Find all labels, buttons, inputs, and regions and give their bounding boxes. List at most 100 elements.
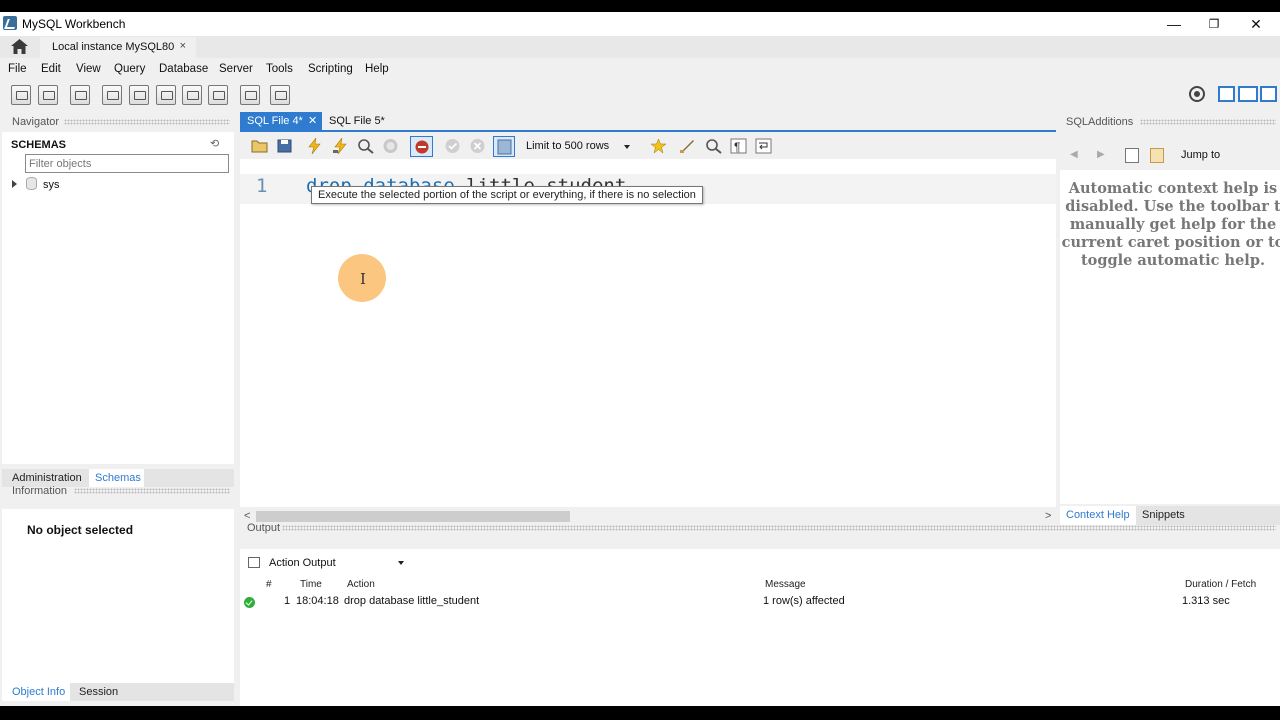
scrollbar-thumb[interactable] — [256, 511, 570, 522]
create-function-icon[interactable] — [208, 85, 228, 105]
reconnect-icon[interactable] — [270, 85, 290, 105]
create-view-icon[interactable] — [156, 85, 176, 105]
back-arrow-icon[interactable]: ◀ — [1070, 149, 1078, 160]
navigator-panel: SCHEMAS ⟲ sys — [2, 132, 234, 464]
panel-grip — [1140, 119, 1276, 125]
new-sql-tab-icon[interactable] — [11, 85, 31, 105]
manual-help-icon[interactable] — [1125, 148, 1139, 163]
toggle-secondary-sidebar-icon[interactable] — [1260, 86, 1277, 102]
create-procedure-icon[interactable] — [182, 85, 202, 105]
tab-sql-file-5[interactable]: SQL File 5* — [322, 112, 392, 131]
chevron-down-icon[interactable] — [398, 561, 404, 565]
inspector-icon[interactable] — [70, 85, 90, 105]
tab-schemas[interactable]: Schemas — [95, 472, 141, 484]
tab-snippets[interactable]: Snippets — [1142, 509, 1185, 521]
schema-item-sys[interactable]: sys — [43, 179, 60, 191]
title-bar: MySQL Workbench — ❐ ✕ — [0, 12, 1280, 36]
restore-button[interactable]: ❐ — [1194, 14, 1234, 34]
connection-tab-close-icon[interactable]: × — [180, 40, 186, 52]
beautify-brush-icon[interactable] — [679, 138, 696, 154]
add-snippet-star-icon[interactable] — [650, 138, 667, 154]
create-schema-icon[interactable] — [102, 85, 122, 105]
window-title: MySQL Workbench — [22, 17, 126, 31]
menu-view[interactable]: View — [76, 63, 101, 75]
execute-current-statement-icon[interactable] — [332, 138, 349, 154]
commit-icon[interactable] — [444, 138, 461, 154]
home-icon[interactable] — [11, 39, 28, 54]
output-panel: Action Output # Time Action Message Dura… — [240, 549, 1280, 706]
tab-context-help[interactable]: Context Help — [1066, 509, 1130, 521]
connection-tab[interactable]: Local instance MySQL80 × — [40, 37, 196, 58]
help-line: current caret position or to — [1061, 234, 1280, 251]
sql-editor[interactable]: 1 drop database little_student Execute t… — [240, 159, 1056, 507]
panel-grip — [282, 525, 1276, 531]
sqladditions-tabs: Context Help Snippets — [1060, 506, 1280, 525]
menu-help[interactable]: Help — [365, 63, 389, 75]
filter-objects-input[interactable] — [25, 154, 229, 173]
close-tab-icon[interactable]: ✕ — [308, 114, 317, 127]
rollback-icon[interactable] — [469, 138, 486, 154]
column-header-action: Action — [347, 579, 375, 590]
expand-arrow-icon[interactable] — [12, 180, 17, 188]
toggle-output-icon[interactable] — [1238, 86, 1258, 102]
tab-administration[interactable]: Administration — [12, 472, 82, 484]
settings-gear-icon[interactable] — [1188, 85, 1206, 103]
toggle-sidebar-icon[interactable] — [1218, 86, 1235, 102]
help-line: manually get help for the — [1069, 216, 1277, 233]
menu-file[interactable]: File — [8, 63, 27, 75]
schemas-label: SCHEMAS — [11, 139, 67, 151]
open-folder-icon[interactable] — [251, 138, 268, 154]
editor-toolbar: Limit to 500 rows ¶ — [240, 133, 1056, 159]
sqladditions-toolbar: ◀ ▶ Jump to — [1060, 144, 1280, 168]
help-line: toggle automatic help. — [1080, 252, 1266, 269]
sqladditions-title: SQLAdditions — [1066, 116, 1134, 128]
explain-magnifier-icon[interactable] — [357, 138, 374, 154]
row-duration: 1.313 sec — [1182, 595, 1230, 607]
toggle-autocommit-button[interactable] — [493, 136, 515, 157]
execute-tooltip: Execute the selected portion of the scri… — [311, 186, 703, 204]
stop-icon[interactable] — [382, 138, 399, 154]
create-table-icon[interactable] — [129, 85, 149, 105]
menu-scripting[interactable]: Scripting — [308, 63, 353, 75]
menu-database[interactable]: Database — [159, 63, 208, 75]
scroll-left-icon[interactable]: < — [244, 510, 250, 522]
menu-query[interactable]: Query — [114, 63, 145, 75]
navigator-title: Navigator — [12, 116, 60, 128]
minimize-button[interactable]: — — [1154, 14, 1194, 34]
scroll-right-icon[interactable]: > — [1045, 510, 1051, 522]
row-num: 1 — [284, 595, 291, 607]
column-header-duration: Duration / Fetch — [1185, 579, 1257, 590]
save-icon[interactable] — [276, 138, 293, 154]
copy-output-icon[interactable] — [248, 557, 260, 568]
row-message: 1 row(s) affected — [763, 595, 845, 607]
workbench-logo-icon — [3, 16, 17, 30]
row-time: 18:04:18 — [296, 595, 339, 607]
output-type-select[interactable]: Action Output — [269, 557, 336, 569]
forward-arrow-icon[interactable]: ▶ — [1097, 149, 1105, 160]
menu-tools[interactable]: Tools — [266, 63, 293, 75]
jump-to-select[interactable]: Jump to — [1181, 149, 1220, 161]
no-object-message: No object selected — [27, 523, 134, 537]
close-button[interactable]: ✕ — [1236, 14, 1276, 34]
find-icon[interactable] — [705, 138, 722, 154]
success-check-icon — [244, 597, 255, 608]
menu-edit[interactable]: Edit — [41, 63, 61, 75]
svg-text:¶: ¶ — [734, 140, 740, 154]
execute-lightning-icon[interactable] — [306, 138, 323, 154]
limit-rows-select[interactable]: Limit to 500 rows — [526, 138, 636, 155]
workbench-window: MySQL Workbench — ❐ ✕ Local instance MyS… — [0, 12, 1280, 706]
search-table-data-icon[interactable] — [240, 85, 260, 105]
panel-grip — [64, 119, 230, 125]
toggle-stop-on-error-button[interactable] — [410, 136, 433, 157]
word-wrap-icon[interactable] — [755, 138, 772, 154]
open-sql-file-icon[interactable] — [38, 85, 58, 105]
refresh-schemas-icon[interactable]: ⟲ — [210, 137, 219, 150]
tab-session[interactable]: Session — [79, 686, 118, 698]
output-title: Output — [247, 522, 281, 534]
tab-object-info[interactable]: Object Info — [12, 686, 65, 698]
invisible-chars-icon[interactable]: ¶ — [730, 138, 747, 154]
information-tabs: Object Info Session — [2, 683, 234, 701]
menu-server[interactable]: Server — [219, 63, 253, 75]
auto-help-icon[interactable] — [1150, 148, 1164, 163]
editor-horizontal-scrollbar[interactable]: < > — [240, 508, 1056, 525]
